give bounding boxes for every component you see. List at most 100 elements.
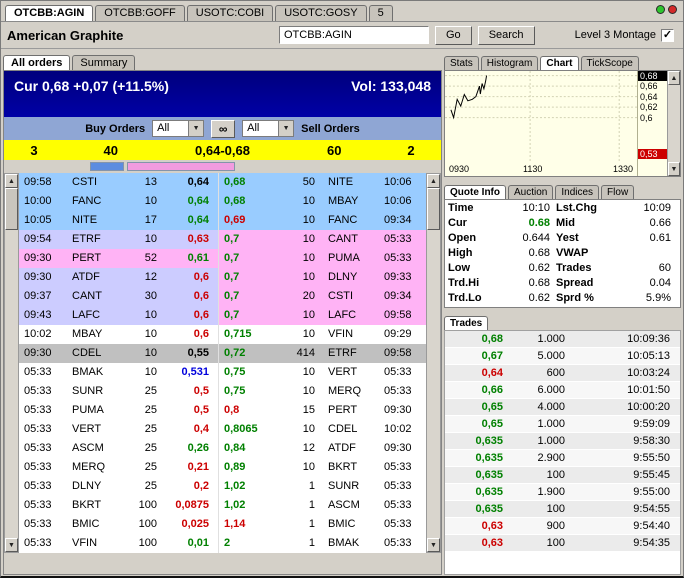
trade-price: 0,635 <box>445 433 503 450</box>
buy-side-scrollbar[interactable]: ▲ ▼ <box>4 173 19 553</box>
quote-tab[interactable]: Flow <box>601 185 634 199</box>
chart-tab[interactable]: Histogram <box>481 56 539 70</box>
sell-size-cell: 10 <box>275 458 325 477</box>
app-tab[interactable]: OTCBB:AGIN <box>5 5 93 21</box>
trade-row[interactable]: 0,631009:54:35 <box>445 535 680 552</box>
scroll-thumb[interactable] <box>5 188 18 230</box>
scroll-down-icon[interactable]: ▼ <box>668 162 680 176</box>
go-button[interactable]: Go <box>435 26 472 45</box>
order-row[interactable]: 05:33ASCM250,260,8412ATDF09:30 <box>19 439 426 458</box>
chart-tab[interactable]: Chart <box>540 56 578 70</box>
sell-size-cell: 1 <box>275 477 325 496</box>
trade-row[interactable]: 0,651.0009:59:09 <box>445 416 680 433</box>
quote-value: 0.68 <box>496 216 556 231</box>
trade-size: 6.000 <box>503 382 575 399</box>
sell-orders-label: Sell Orders <box>301 123 360 135</box>
orders-tab[interactable]: All orders <box>3 55 70 70</box>
order-row[interactable]: 05:33BKRT1000,08751,021ASCM05:33 <box>19 496 426 515</box>
scroll-track[interactable] <box>427 230 440 538</box>
quote-tab[interactable]: Auction <box>508 185 553 199</box>
scroll-down-icon[interactable]: ▼ <box>427 538 440 552</box>
app-tab[interactable]: USOTC:COBI <box>187 5 273 21</box>
order-row[interactable]: 05:33VFIN1000,0121BMAK05:33 <box>19 534 426 553</box>
order-row[interactable]: 10:05NITE170,640,6910FANC09:34 <box>19 211 426 230</box>
order-row[interactable]: 09:37CANT300,60,720CSTI09:34 <box>19 287 426 306</box>
sell-mm-cell: FANC <box>325 211 379 230</box>
order-row[interactable]: 10:02MBAY100,60,71510VFIN09:29 <box>19 325 426 344</box>
window-controls <box>656 5 677 14</box>
app-tab[interactable]: USOTC:GOSY <box>275 5 366 21</box>
scroll-thumb[interactable] <box>427 188 440 230</box>
scroll-up-icon[interactable]: ▲ <box>427 174 440 188</box>
order-row[interactable]: 05:33DLNY250,21,021SUNR05:33 <box>19 477 426 496</box>
sell-price-cell: 2 <box>219 534 275 553</box>
order-row[interactable]: 09:54ETRF100,630,710CANT05:33 <box>19 230 426 249</box>
close-dot-icon[interactable] <box>668 5 677 14</box>
trade-row[interactable]: 0,666.00010:01:50 <box>445 382 680 399</box>
scroll-down-icon[interactable]: ▼ <box>5 538 18 552</box>
order-row[interactable]: 09:43LAFC100,60,710LAFC09:58 <box>19 306 426 325</box>
buy-time-cell: 10:05 <box>19 211 69 230</box>
trade-row[interactable]: 0,639009:54:40 <box>445 518 680 535</box>
chart-scrollbar[interactable]: ▲ ▼ <box>667 71 680 176</box>
montage-checkbox[interactable]: ✓ <box>661 29 674 42</box>
scroll-up-icon[interactable]: ▲ <box>668 71 680 85</box>
order-row[interactable]: 05:33MERQ250,210,8910BKRT05:33 <box>19 458 426 477</box>
order-row[interactable]: 09:30CDEL100,550,72414ETRF09:58 <box>19 344 426 363</box>
scroll-track[interactable] <box>5 230 18 538</box>
buy-size-cell: 10 <box>125 344 165 363</box>
trade-size: 900 <box>503 518 575 535</box>
trade-time: 9:55:00 <box>575 484 680 501</box>
trade-row[interactable]: 0,6351009:54:55 <box>445 501 680 518</box>
trade-row[interactable]: 0,6352.9009:55:50 <box>445 450 680 467</box>
search-button[interactable]: Search <box>478 26 535 45</box>
trade-row[interactable]: 0,6351.0009:58:30 <box>445 433 680 450</box>
quote-tab[interactable]: Quote Info <box>444 185 506 199</box>
sell-mm-cell: CSTI <box>325 287 379 306</box>
trade-row[interactable]: 0,6351009:55:45 <box>445 467 680 484</box>
app-tab[interactable]: OTCBB:GOFF <box>95 5 185 21</box>
trade-row[interactable]: 0,6351.9009:55:00 <box>445 484 680 501</box>
chart-x-labels: 093011301330 <box>445 163 637 176</box>
order-row[interactable]: 05:33SUNR250,50,7510MERQ05:33 <box>19 382 426 401</box>
trade-price: 0,635 <box>445 467 503 484</box>
buy-price-cell: 0,5 <box>165 382 219 401</box>
link-filters-button[interactable]: ∞ <box>211 120 235 138</box>
quote-tab[interactable]: Indices <box>555 185 599 199</box>
sell-side-scrollbar[interactable]: ▲ ▼ <box>426 173 441 553</box>
trade-row[interactable]: 0,6460010:03:24 <box>445 365 680 382</box>
order-row[interactable]: 05:33BMIC1000,0251,141BMIC05:33 <box>19 515 426 534</box>
symbol-input[interactable] <box>279 26 429 44</box>
left-tabs: All ordersSummary <box>3 51 442 70</box>
chart-tab[interactable]: TickScope <box>581 56 639 70</box>
trade-row[interactable]: 0,681.00010:09:36 <box>445 331 680 348</box>
scroll-up-icon[interactable]: ▲ <box>5 174 18 188</box>
x-tick-label: 0930 <box>449 164 469 174</box>
buy-size-cell: 25 <box>125 477 165 496</box>
trade-row[interactable]: 0,654.00010:00:20 <box>445 399 680 416</box>
order-row[interactable]: 09:30PERT520,610,710PUMA05:33 <box>19 249 426 268</box>
chart-plot-area: 093011301330 <box>445 71 637 176</box>
buy-price-cell: 0,531 <box>165 363 219 382</box>
quote-value: 0.66 <box>612 216 677 231</box>
order-row[interactable]: 09:30ATDF120,60,710DLNY09:33 <box>19 268 426 287</box>
x-tick-label: 1330 <box>613 164 633 174</box>
trade-row[interactable]: 0,675.00010:05:13 <box>445 348 680 365</box>
buy-filter-select[interactable]: All ▼ <box>152 120 204 137</box>
trades-tab[interactable]: Trades <box>444 316 488 330</box>
buy-time-cell: 09:30 <box>19 249 69 268</box>
chart-tab[interactable]: Stats <box>444 56 479 70</box>
app-tab[interactable]: 5 <box>369 5 393 21</box>
order-row[interactable]: 10:00FANC100,640,6810MBAY10:06 <box>19 192 426 211</box>
order-row[interactable]: 05:33PUMA250,50,815PERT09:30 <box>19 401 426 420</box>
sell-filter-select[interactable]: All ▼ <box>242 120 294 137</box>
order-row[interactable]: 05:33VERT250,40,806510CDEL10:02 <box>19 420 426 439</box>
orders-tab[interactable]: Summary <box>72 55 135 70</box>
connect-status-dot-icon[interactable] <box>656 5 665 14</box>
order-row[interactable]: 09:58CSTI130,640,6850NITE10:06 <box>19 173 426 192</box>
sell-mm-cell: VERT <box>325 363 379 382</box>
buy-mm-cell: NITE <box>69 211 125 230</box>
order-row[interactable]: 05:33BMAK100,5310,7510VERT05:33 <box>19 363 426 382</box>
quote-label: Time <box>448 201 496 216</box>
sell-time-cell: 10:02 <box>379 420 426 439</box>
